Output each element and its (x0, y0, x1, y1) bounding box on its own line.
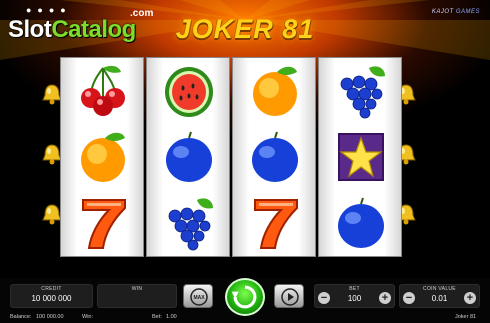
autoplay-button[interactable] (274, 284, 304, 308)
game-name-label: Joker 81 (455, 314, 477, 320)
cherries-icon (61, 58, 145, 124)
provider-logo: KAJOT GAMES (431, 9, 480, 15)
watermark-logo: ●●●● SlotCatalog .com (6, 4, 166, 44)
win-panel: WIN (97, 284, 177, 308)
grapes-icon (319, 58, 403, 124)
bet-minus-button[interactable]: − (318, 292, 330, 304)
plum-icon (233, 124, 317, 190)
status-bet-label: Bet: (152, 314, 162, 320)
win-label: WIN (131, 286, 143, 292)
game-title: JOKER 81 (175, 14, 315, 44)
star-icon (319, 124, 403, 190)
coin-minus-button[interactable]: − (403, 292, 415, 304)
plum-icon (147, 124, 231, 190)
reel-2 (146, 57, 230, 257)
credit-value: 10 000 000 (31, 294, 72, 303)
max-bet-button[interactable]: MAX (183, 284, 213, 308)
coin-plus-button[interactable]: + (464, 292, 476, 304)
orange-icon (61, 124, 145, 190)
reel-1 (60, 57, 144, 257)
balance-label: Balance: (10, 314, 32, 320)
status-win-label: Win: (82, 314, 93, 320)
watermark-tld: .com (130, 8, 154, 19)
coin-value-panel: COIN VALUE 0.01 − + (399, 284, 480, 308)
grapes-icon (147, 190, 231, 256)
orange-icon (233, 58, 317, 124)
watermark-text: SlotCatalog (8, 16, 136, 43)
game-screen: ●●●● SlotCatalog .com KAJOT GAMES JOKER … (0, 0, 490, 323)
seven-icon (233, 190, 317, 256)
status-bar: Balance: 100 000.00 Win: Bet: 1.00 Joker… (0, 311, 490, 323)
status-bet-value: 1.00 (166, 314, 177, 320)
watermelon-icon (147, 58, 231, 124)
balance-value: 100 000.00 (36, 314, 64, 320)
bet-panel: BET 100 − + (314, 284, 395, 308)
max-label: MAX (193, 295, 205, 301)
reel-4 (318, 57, 402, 257)
credit-label: CREDIT (41, 286, 62, 292)
credit-panel: CREDIT 10 000 000 (10, 284, 93, 308)
bet-plus-button[interactable]: + (379, 292, 391, 304)
watermark-dots: ●●●● (26, 5, 72, 15)
plum-icon (319, 190, 403, 256)
reel-3 (232, 57, 316, 257)
seven-icon (61, 190, 145, 256)
